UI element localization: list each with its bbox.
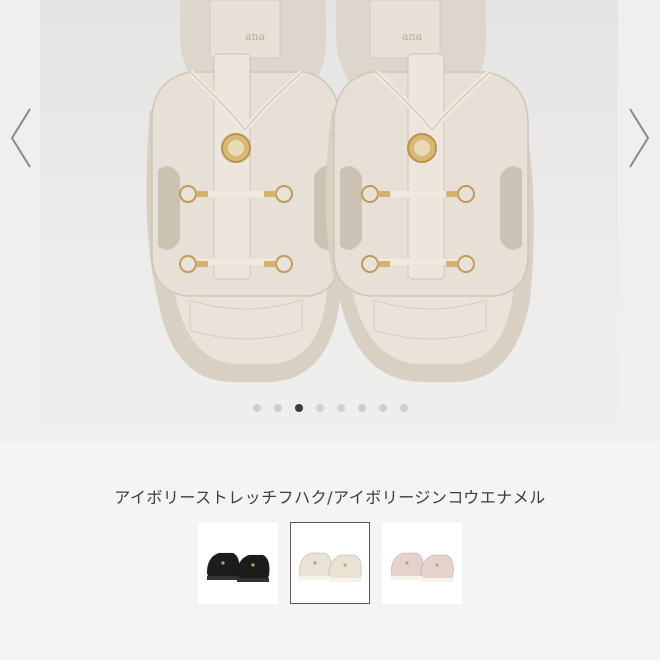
right-sandal: ana xyxy=(325,0,534,382)
chevron-left-icon xyxy=(10,108,31,168)
left-sandal: ana xyxy=(146,0,346,382)
sandal-thumbnail xyxy=(390,552,454,582)
pagination-dot[interactable] xyxy=(294,404,303,412)
gallery-pagination xyxy=(0,404,660,412)
pagination-dot[interactable] xyxy=(273,404,282,412)
color-swatch-pink[interactable] xyxy=(382,522,462,604)
pagination-dot[interactable] xyxy=(252,404,261,412)
color-swatch-black[interactable] xyxy=(198,522,278,604)
pagination-dot[interactable] xyxy=(336,404,345,412)
sandal-thumbnail xyxy=(298,552,362,582)
gallery-prev-button[interactable] xyxy=(6,105,36,171)
pagination-dot[interactable] xyxy=(378,404,387,412)
svg-text:ana: ana xyxy=(402,30,423,43)
product-image-gallery[interactable]: ana ana xyxy=(0,0,660,442)
pagination-dot[interactable] xyxy=(315,404,324,412)
sandal-thumbnail xyxy=(206,552,270,582)
color-swatch-list xyxy=(0,522,660,604)
gallery-next-button[interactable] xyxy=(624,105,654,171)
color-swatch-ivory[interactable] xyxy=(290,522,370,604)
product-photo: ana ana xyxy=(40,0,618,442)
pagination-dot[interactable] xyxy=(399,404,408,412)
chevron-right-icon xyxy=(629,108,650,168)
svg-text:ana: ana xyxy=(245,30,266,43)
product-color-name: アイボリーストレッチフハク/アイボリージンコウエナメル xyxy=(114,488,546,507)
sandal-pair-illustration: ana ana xyxy=(146,0,534,382)
pagination-dot[interactable] xyxy=(357,404,366,412)
